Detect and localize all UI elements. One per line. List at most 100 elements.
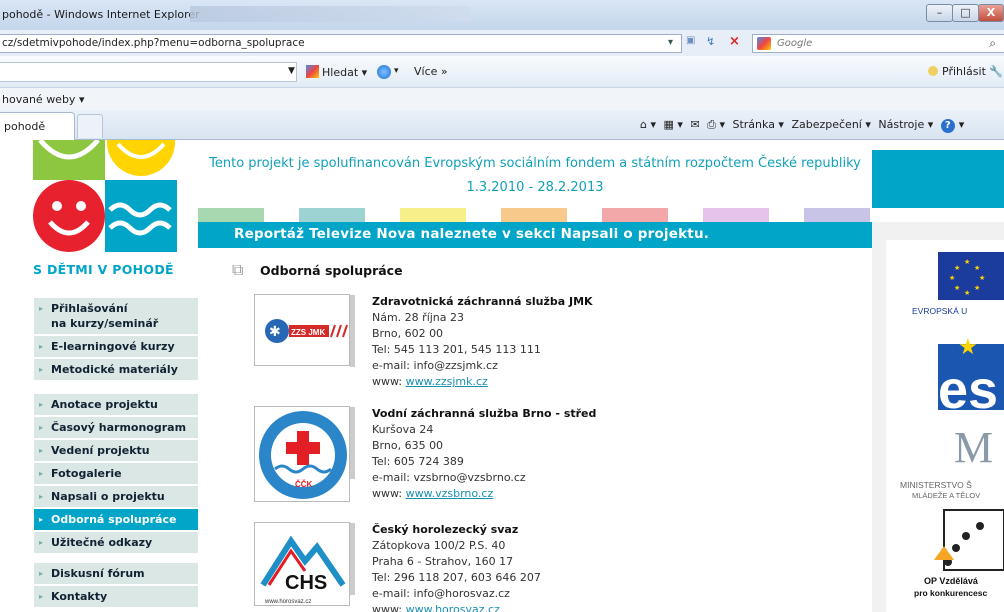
news-notice[interactable]: Reportáž Televize Nova naleznete v sekci…: [198, 222, 872, 248]
search-input[interactable]: Google ⌕: [752, 34, 1004, 53]
svg-text:★: ★: [964, 258, 970, 266]
menu-item-elearning[interactable]: E-learningové kurzy: [34, 336, 198, 359]
color-stripe: [804, 208, 870, 222]
menu-item-harmonogram[interactable]: Časový harmonogram: [34, 417, 198, 440]
esf-logo[interactable]: ★ es: [886, 324, 1004, 412]
org-address: Kuršova 24: [372, 423, 434, 436]
address-bar: cz/sdetmivpohode/index.php?menu=odborna_…: [0, 30, 1004, 56]
menu-item-napsali[interactable]: Napsali o projektu: [34, 486, 198, 509]
org-www-label: www:: [372, 487, 406, 500]
svg-text:★: ★: [949, 274, 955, 282]
tools-menu[interactable]: Nástroje ▾: [878, 118, 933, 131]
banner-text: Tento projekt je spolufinancován Evropsk…: [209, 156, 861, 171]
menu-label: na kurzy/seminář: [51, 317, 159, 330]
help-icon[interactable]: ?: [940, 119, 955, 133]
zzs-logo-text: ZZS JMK: [291, 328, 325, 337]
login-label: Přihlásit: [942, 65, 986, 78]
home-icon[interactable]: ⌂ ▾: [640, 118, 656, 131]
page-menu[interactable]: Stránka ▾: [732, 118, 783, 131]
svg-text:★: ★: [964, 289, 970, 297]
menu-item-odkazy[interactable]: Užitečné odkazy: [34, 532, 198, 555]
op-label: OP Vzdělává: [924, 576, 979, 586]
color-stripe: [501, 208, 567, 222]
addon-dropdown-icon[interactable]: ▾: [394, 66, 399, 76]
login-button[interactable]: Přihlásit 🔧: [928, 65, 1003, 78]
banner-dates: 1.3.2010 - 28.2.2013: [466, 180, 604, 195]
mail-icon[interactable]: ✉: [690, 118, 699, 131]
chs-logo-sub: www.horosvaz.cz: [264, 599, 311, 605]
search-button[interactable]: Hledat ▾: [306, 65, 367, 79]
feeds-icon[interactable]: ▦ ▾: [664, 118, 683, 131]
partner-logos-column: ★ ★ ★ ★ ★ ★ ★ ★ EVROPSKÁ U ★ es M MINISTERSTVO …: [872, 222, 1004, 612]
security-menu[interactable]: Zabezpečení ▾: [791, 118, 870, 131]
menu-item-metodicke[interactable]: Metodické materiály: [34, 359, 198, 382]
menu-item-odborna-spoluprace[interactable]: Odborná spolupráce: [34, 509, 198, 532]
compat-icon[interactable]: ▣: [686, 35, 695, 46]
svg-text:★: ★: [979, 274, 985, 282]
org-city: Praha 6 - Strahov, 160 17: [372, 555, 514, 568]
site-logo[interactable]: [30, 140, 180, 260]
svg-text:M: M: [954, 423, 993, 472]
menu-item-forum[interactable]: Diskusní fórum: [34, 563, 198, 586]
vzs-logo[interactable]: ČČK: [254, 406, 355, 502]
chs-logo-text: CHS: [285, 572, 327, 594]
chs-logo[interactable]: CHS www.horosvaz.cz: [254, 522, 355, 606]
header-accent: [872, 150, 1004, 208]
zzs-logo[interactable]: ✱ ZZS JMK: [254, 294, 355, 367]
op-logo[interactable]: OP Vzdělává pro konkurencesc: [886, 502, 1004, 602]
side-menu: Přihlašování na kurzy/seminář E-learningo…: [34, 298, 198, 609]
org-website-link[interactable]: www.horosvaz.cz: [406, 603, 500, 612]
msmt-label: MINISTERSTVO Š: [900, 480, 972, 490]
magnifier-icon[interactable]: ⌕: [989, 35, 996, 52]
url-field[interactable]: cz/sdetmivpohode/index.php?menu=odborna_…: [0, 34, 682, 53]
google-icon: [306, 65, 319, 78]
new-tab-button[interactable]: [77, 114, 103, 138]
msmt-logo[interactable]: M MINISTERSTVO Š MLÁDEŽE A TĚLOV: [886, 412, 1004, 502]
menu-item-prihlasovani[interactable]: Přihlašování na kurzy/seminář: [34, 298, 198, 336]
org-name: Vodní záchranná služba Brno - střed: [372, 407, 597, 420]
login-icon: [928, 66, 938, 76]
svg-text:★: ★: [974, 264, 980, 272]
org-details: Český horolezecký svaz Zátopkova 100/2 P…: [372, 522, 541, 612]
org-website-link[interactable]: www.zzsjmk.cz: [406, 375, 488, 388]
vzs-logo-sub: ČČK: [295, 480, 313, 489]
dropdown-icon[interactable]: ▾: [668, 37, 673, 48]
window-title: pohodě - Windows Internet Explorer: [2, 8, 200, 21]
color-stripe: [602, 208, 668, 222]
tab-active[interactable]: pohodě: [0, 112, 75, 140]
svg-text:es: es: [938, 360, 998, 412]
section-icon: ⧉: [232, 260, 244, 279]
menu-item-anotace[interactable]: Anotace projektu: [34, 394, 198, 417]
eu-label: EVROPSKÁ U: [912, 306, 967, 316]
window-titlebar: pohodě - Windows Internet Explorer – □ X: [0, 0, 1004, 30]
color-stripe: [400, 208, 466, 222]
favorites-link[interactable]: hované weby ▾: [2, 93, 84, 106]
addon-icon[interactable]: [377, 65, 391, 79]
web-page: S DĚTMI V POHODĚ Přihlašování na kurzy/se…: [0, 140, 1004, 612]
print-icon[interactable]: ⎙ ▾: [707, 118, 725, 131]
section-title: Odborná spolupráce: [260, 263, 403, 278]
org-details: Zdravotnická záchranná služba JMK Nám. 2…: [372, 294, 593, 390]
links-toolbar: ▼ Hledat ▾ ▾ Více » Přihlásit 🔧: [0, 56, 1004, 88]
org-email: e-mail: info@zzsjmk.cz: [372, 359, 498, 372]
org-www-label: www:: [372, 375, 406, 388]
toolbar-input[interactable]: [0, 62, 297, 82]
svg-text:★: ★: [974, 284, 980, 292]
op-label2: pro konkurencesc: [914, 588, 987, 598]
maximize-button[interactable]: □: [952, 4, 979, 22]
color-stripes: [198, 208, 872, 222]
menu-item-fotogalerie[interactable]: Fotogalerie: [34, 463, 198, 486]
msmt-label2: MLÁDEŽE A TĚLOV: [912, 491, 980, 500]
stop-icon[interactable]: ×: [729, 34, 740, 49]
close-button[interactable]: X: [978, 4, 1004, 22]
toolbar-dropdown-icon[interactable]: ▼: [288, 66, 295, 76]
org-website-link[interactable]: www.vzsbrno.cz: [406, 487, 494, 500]
eu-flag-logo[interactable]: ★ ★ ★ ★ ★ ★ ★ ★ EVROPSKÁ U: [886, 252, 1004, 332]
org-address: Nám. 28 října 23: [372, 311, 465, 324]
menu-item-vedeni[interactable]: Vedení projektu: [34, 440, 198, 463]
google-icon: [757, 37, 771, 50]
menu-item-kontakty[interactable]: Kontakty: [34, 586, 198, 609]
refresh-icon[interactable]: ↯: [706, 35, 715, 48]
more-button[interactable]: Více »: [414, 65, 448, 78]
minimize-button[interactable]: –: [926, 4, 953, 22]
